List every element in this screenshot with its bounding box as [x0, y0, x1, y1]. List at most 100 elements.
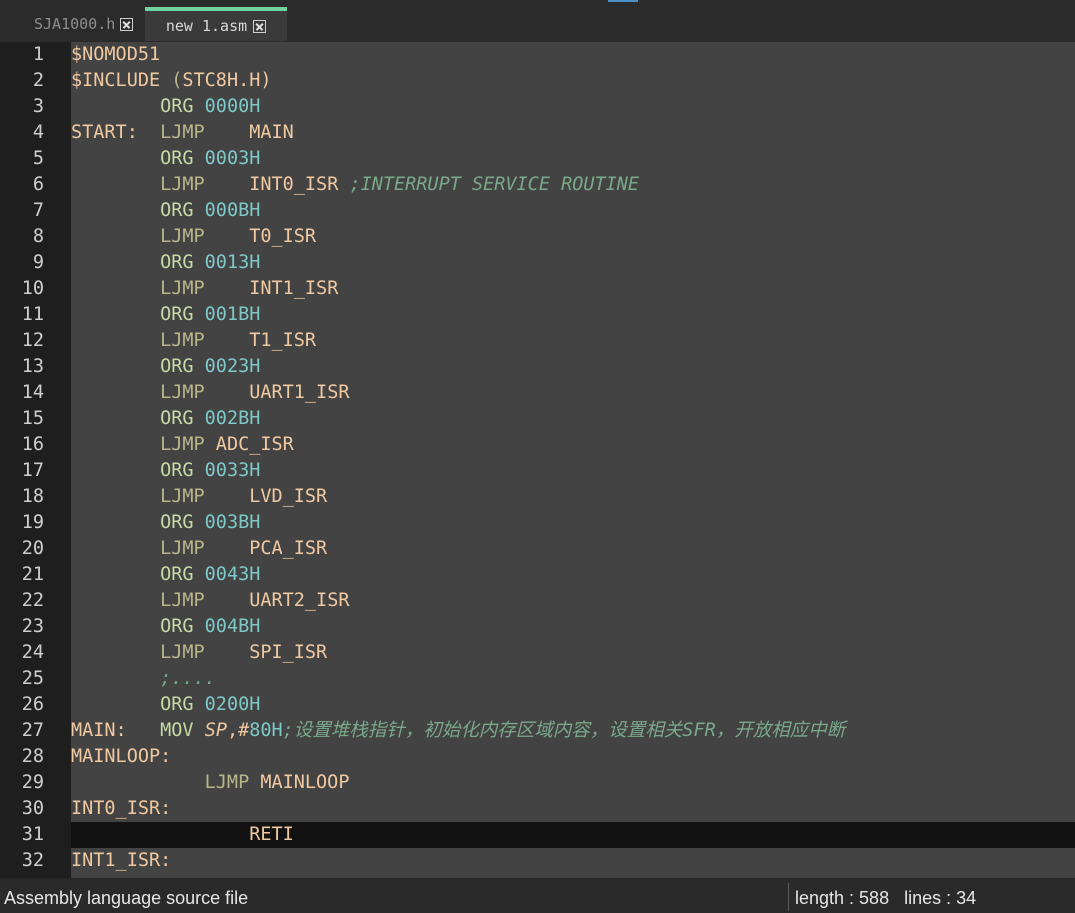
code-line[interactable]: 16 LJMP ADC_ISR: [0, 432, 1075, 458]
code-line[interactable]: 8 LJMP T0_ISR: [0, 224, 1075, 250]
code-token: LJMP: [160, 330, 205, 351]
code-line[interactable]: 10 LJMP INT1_ISR: [0, 276, 1075, 302]
code-line[interactable]: 4 START: LJMP MAIN: [0, 120, 1075, 146]
code-text[interactable]: ORG 003BH: [71, 510, 1075, 536]
tab-new-1-asm[interactable]: new 1.asm: [145, 7, 287, 41]
code-line[interactable]: 11 ORG 001BH: [0, 302, 1075, 328]
code-text[interactable]: RETI: [71, 822, 1075, 848]
line-number: 24: [21, 642, 44, 663]
code-line[interactable]: 29 LJMP MAINLOOP: [0, 770, 1075, 796]
code-token: ORG: [160, 408, 194, 429]
code-text[interactable]: ORG 0200H: [71, 692, 1075, 718]
code-line[interactable]: 18 LJMP LVD_ISR: [0, 484, 1075, 510]
code-text[interactable]: ;....: [71, 666, 1075, 692]
code-line[interactable]: 17 ORG 0033H: [0, 458, 1075, 484]
code-text[interactable]: LJMP T0_ISR: [71, 224, 1075, 250]
code-token: LJMP: [160, 226, 205, 247]
code-token: LJMP: [160, 642, 205, 663]
code-text[interactable]: ORG 0033H: [71, 458, 1075, 484]
code-text[interactable]: ORG 0013H: [71, 250, 1075, 276]
status-bar: Assembly language source file length : 5…: [0, 879, 1075, 913]
code-text[interactable]: LJMP UART2_ISR: [71, 588, 1075, 614]
code-text[interactable]: MAINLOOP:: [71, 744, 1075, 770]
code-token: LJMP: [160, 122, 205, 143]
code-line[interactable]: 24 LJMP SPI_ISR: [0, 640, 1075, 666]
code-editor[interactable]: 1 $NOMOD51 2 $INCLUDE (STC8H.H) 3 ORG 0000H 4…: [0, 42, 1075, 878]
code-line[interactable]: 25 ;....: [0, 666, 1075, 692]
close-icon[interactable]: [120, 17, 134, 31]
code-text[interactable]: LJMP INT1_ISR: [71, 276, 1075, 302]
code-text[interactable]: LJMP T1_ISR: [71, 328, 1075, 354]
code-line[interactable]: 7 ORG 000BH: [0, 198, 1075, 224]
code-line[interactable]: 6 LJMP INT0_ISR ;INTERRUPT SERVICE ROUTI…: [0, 172, 1075, 198]
code-text[interactable]: INT1_ISR:: [71, 848, 1075, 874]
code-token: LJMP: [160, 590, 205, 611]
code-line[interactable]: 20 LJMP PCA_ISR: [0, 536, 1075, 562]
code-text[interactable]: ORG 0043H: [71, 562, 1075, 588]
code-line[interactable]: 3 ORG 0000H: [0, 94, 1075, 120]
code-line[interactable]: 28 MAINLOOP:: [0, 744, 1075, 770]
code-line[interactable]: 31 RETI: [0, 822, 1075, 848]
code-text[interactable]: INT0_ISR:: [71, 796, 1075, 822]
code-line[interactable]: 9 ORG 0013H: [0, 250, 1075, 276]
code-line[interactable]: 1 $NOMOD51: [0, 42, 1075, 68]
code-text[interactable]: ORG 0000H: [71, 94, 1075, 120]
tab-sja1000-h[interactable]: SJA1000.h: [28, 7, 142, 41]
code-line[interactable]: 2 $INCLUDE (STC8H.H): [0, 68, 1075, 94]
tab-label: new 1.asm: [165, 17, 248, 35]
lines-label: lines :: [904, 888, 957, 908]
code-line[interactable]: 32 INT1_ISR:: [0, 848, 1075, 874]
code-line[interactable]: 26 ORG 0200H: [0, 692, 1075, 718]
code-line[interactable]: 27 MAIN: MOV SP,#80H;设置堆栈指针，初始化内存区域内容，设置相…: [0, 718, 1075, 744]
code-text[interactable]: LJMP SPI_ISR: [71, 640, 1075, 666]
code-line[interactable]: 13 ORG 0023H: [0, 354, 1075, 380]
code-text[interactable]: ORG 004BH: [71, 614, 1075, 640]
code-token: 0000H: [204, 96, 261, 117]
code-text[interactable]: LJMP LVD_ISR: [71, 484, 1075, 510]
code-line[interactable]: 22 LJMP UART2_ISR: [0, 588, 1075, 614]
code-token: LVD_ISR: [204, 486, 328, 507]
code-line[interactable]: 30 INT0_ISR:: [0, 796, 1075, 822]
code-token: 0023H: [204, 356, 261, 377]
code-token: ORG: [160, 96, 194, 117]
code-text[interactable]: START: LJMP MAIN: [71, 120, 1075, 146]
code-text[interactable]: LJMP ADC_ISR: [71, 432, 1075, 458]
code-text[interactable]: ORG 000BH: [71, 198, 1075, 224]
code-line[interactable]: 23 ORG 004BH: [0, 614, 1075, 640]
code-line[interactable]: 15 ORG 002BH: [0, 406, 1075, 432]
code-text[interactable]: $INCLUDE (STC8H.H): [71, 68, 1075, 94]
code-text[interactable]: MAIN: MOV SP,#80H;设置堆栈指针，初始化内存区域内容，设置相关S…: [71, 718, 1075, 744]
code-text[interactable]: LJMP UART1_ISR: [71, 380, 1075, 406]
code-text[interactable]: ORG 0003H: [71, 146, 1075, 172]
code-line[interactable]: 14 LJMP UART1_ISR: [0, 380, 1075, 406]
code-token: LJMP: [160, 278, 205, 299]
window-accent: [608, 0, 638, 2]
line-number: 23: [21, 616, 44, 637]
code-token: 0033H: [204, 460, 261, 481]
code-line[interactable]: 12 LJMP T1_ISR: [0, 328, 1075, 354]
code-text[interactable]: LJMP MAINLOOP: [71, 770, 1075, 796]
code-text[interactable]: $NOMOD51: [71, 42, 1075, 68]
length-label: length :: [795, 888, 860, 908]
code-text[interactable]: LJMP PCA_ISR: [71, 536, 1075, 562]
code-text[interactable]: ORG 001BH: [71, 302, 1075, 328]
code-token: 0003H: [204, 148, 261, 169]
line-number: 27: [21, 720, 44, 741]
code-text[interactable]: ORG 002BH: [71, 406, 1075, 432]
code-text[interactable]: LJMP INT0_ISR ;INTERRUPT SERVICE ROUTINE: [71, 172, 1075, 198]
code-line[interactable]: 19 ORG 003BH: [0, 510, 1075, 536]
code-line[interactable]: 5 ORG 0003H: [0, 146, 1075, 172]
code-text[interactable]: ORG 0023H: [71, 354, 1075, 380]
code-line[interactable]: 21 ORG 0043H: [0, 562, 1075, 588]
line-number: 22: [21, 590, 44, 611]
close-icon[interactable]: [253, 19, 267, 33]
